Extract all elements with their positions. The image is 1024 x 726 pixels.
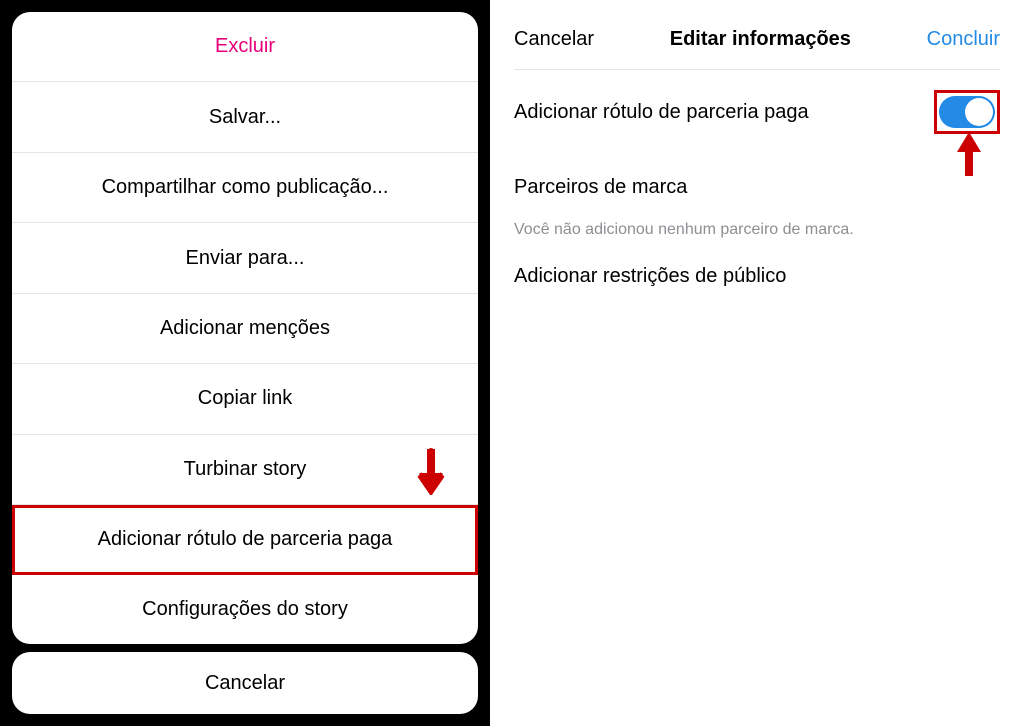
- row-label: Adicionar restrições de público: [514, 265, 786, 287]
- action-label: Compartilhar como publicação...: [102, 176, 389, 199]
- highlighted-wrapper: Adicionar rótulo de parceria paga: [12, 505, 478, 574]
- action-label: Configurações do story: [142, 598, 348, 621]
- action-label: Enviar para...: [186, 247, 305, 270]
- cancel-label: Cancelar: [514, 28, 594, 50]
- right-settings-panel: Cancelar Editar informações Concluir Adi…: [490, 0, 1024, 726]
- paid-partnership-toggle-row: Adicionar rótulo de parceria paga: [514, 70, 1000, 152]
- action-label: Copiar link: [198, 387, 292, 410]
- action-save[interactable]: Salvar...: [12, 82, 478, 152]
- modal-title: Editar informações: [670, 28, 851, 51]
- cancel-button[interactable]: Cancelar: [514, 28, 594, 51]
- annotation-arrow-icon: [416, 447, 446, 500]
- phone-frame: Excluir Salvar... Compartilhar como publ…: [12, 12, 478, 714]
- modal-header: Cancelar Editar informações Concluir: [514, 20, 1000, 70]
- action-add-mentions[interactable]: Adicionar menções: [12, 294, 478, 364]
- action-story-settings[interactable]: Configurações do story: [12, 575, 478, 644]
- action-share-as-post[interactable]: Compartilhar como publicação...: [12, 153, 478, 223]
- action-copy-link[interactable]: Copiar link: [12, 364, 478, 434]
- action-boost-story[interactable]: Turbinar story: [12, 435, 478, 505]
- brand-partners-heading: Parceiros de marca: [514, 152, 1000, 209]
- action-label: Adicionar menções: [160, 317, 330, 340]
- annotation-arrow-icon: [954, 130, 984, 183]
- action-delete[interactable]: Excluir: [12, 12, 478, 82]
- action-label: Salvar...: [209, 106, 281, 129]
- annotation-highlight-box: [934, 90, 1000, 134]
- left-phone-panel: Excluir Salvar... Compartilhar como publ…: [0, 0, 490, 726]
- toggle-knob: [965, 98, 993, 126]
- action-send-to[interactable]: Enviar para...: [12, 223, 478, 293]
- action-label: Excluir: [215, 35, 275, 58]
- done-button[interactable]: Concluir: [927, 28, 1000, 51]
- paid-partnership-toggle[interactable]: [939, 96, 995, 128]
- brand-partners-hint: Você não adicionou nenhum parceiro de ma…: [514, 209, 1000, 261]
- done-label: Concluir: [927, 28, 1000, 50]
- action-sheet: Excluir Salvar... Compartilhar como publ…: [12, 12, 478, 644]
- action-label: Adicionar rótulo de parceria paga: [98, 528, 393, 551]
- cancel-label: Cancelar: [205, 672, 285, 695]
- action-add-paid-partnership-label[interactable]: Adicionar rótulo de parceria paga: [12, 505, 478, 574]
- audience-restrictions-row[interactable]: Adicionar restrições de público: [514, 261, 1000, 308]
- action-sheet-cancel-button[interactable]: Cancelar: [12, 652, 478, 714]
- action-label: Turbinar story: [184, 458, 307, 481]
- toggle-label: Adicionar rótulo de parceria paga: [514, 101, 809, 124]
